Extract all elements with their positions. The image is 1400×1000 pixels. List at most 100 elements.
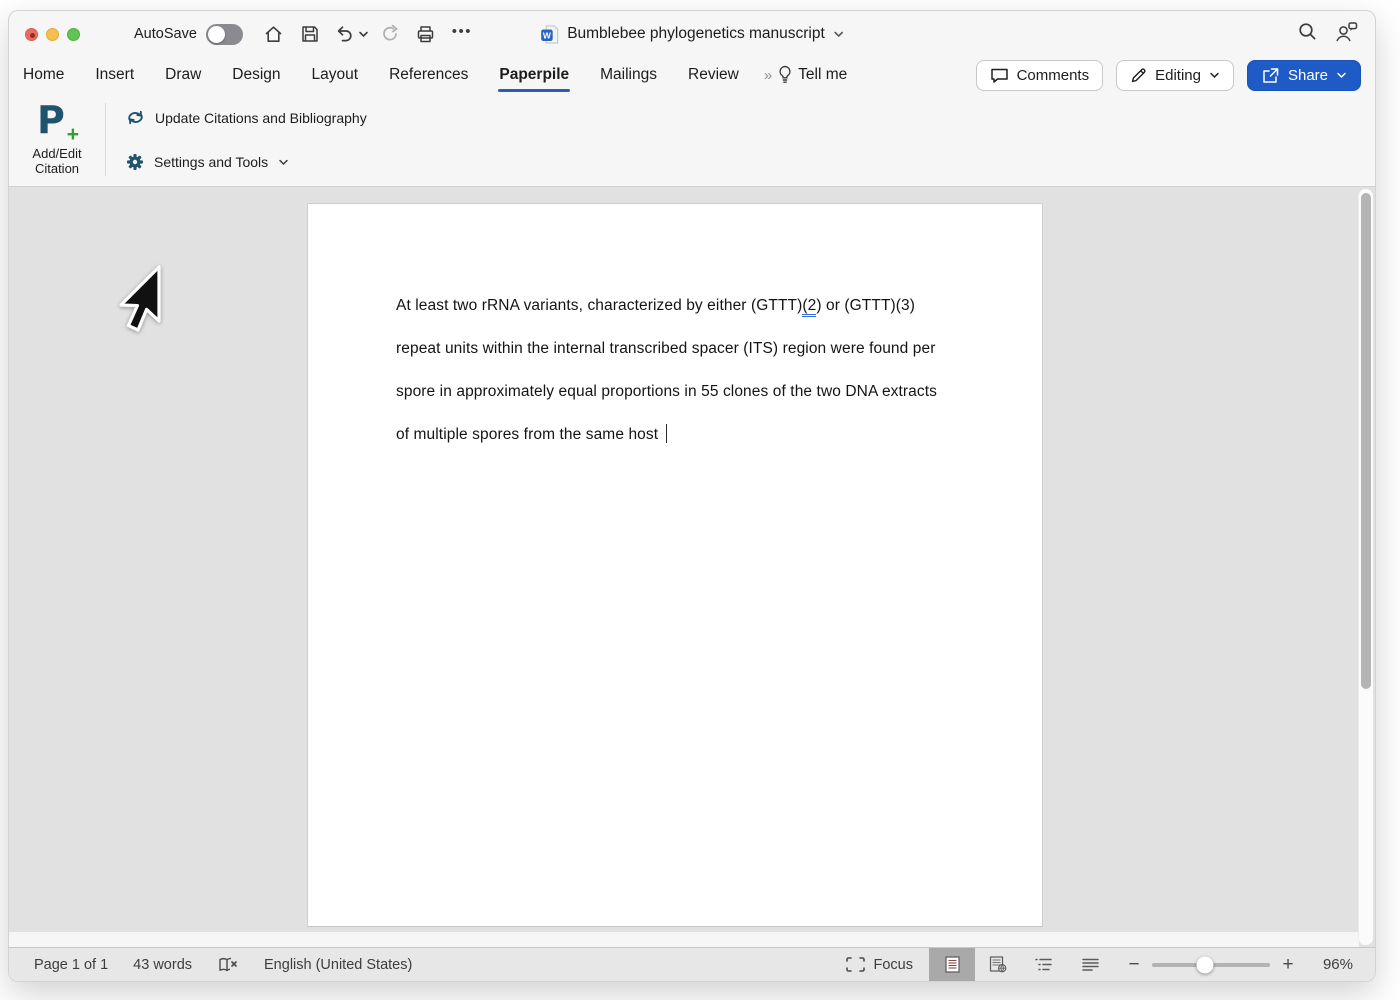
settings-and-tools-label: Settings and Tools <box>154 153 269 170</box>
tell-me-label: Tell me <box>798 66 848 83</box>
language-indicator[interactable]: English (United States) <box>264 957 412 973</box>
comments-button[interactable]: Comments <box>975 59 1104 91</box>
minimize-button[interactable] <box>46 27 59 41</box>
redo-icon <box>383 24 398 41</box>
editing-label: Editing <box>1155 66 1201 84</box>
redo-button[interactable] <box>375 19 405 49</box>
undo-button[interactable] <box>331 19 357 49</box>
tab-draw[interactable]: Draw <box>165 66 201 84</box>
document-title-menu[interactable]: W Bumblebee phylogenetics manuscript <box>540 11 844 57</box>
pencil-icon <box>1131 67 1146 82</box>
chevron-down-icon <box>359 31 368 38</box>
autosave-label: AutoSave <box>134 26 197 42</box>
text-line: repeat units within the internal transcr… <box>396 340 936 357</box>
tab-references[interactable]: References <box>389 66 468 84</box>
ellipsis-icon: ••• <box>451 22 473 40</box>
proofing-status-button[interactable] <box>217 956 239 974</box>
traffic-lights <box>25 27 80 41</box>
word-window: AutoSave ••• W Bumblebee phylogenetics m… <box>8 10 1376 982</box>
tab-mailings[interactable]: Mailings <box>600 66 657 84</box>
view-outline-button[interactable] <box>1021 948 1067 981</box>
text-line: At least two rRNA variants, characterize… <box>396 284 950 327</box>
document-text: At least two rRNA variants, characterize… <box>308 204 1042 456</box>
document-canvas: At least two rRNA variants, characterize… <box>9 187 1375 947</box>
more-commands-button[interactable]: ••• <box>447 19 477 49</box>
focus-label: Focus <box>873 956 914 973</box>
zoom-slider[interactable] <box>1152 956 1270 973</box>
ribbon-tab-row: Home Insert Draw Design Layout Reference… <box>9 57 1375 93</box>
autosave-toggle[interactable] <box>205 23 243 45</box>
paperpile-ribbon: P + Add/Edit Citation Update Citations a… <box>9 93 1375 187</box>
chevron-down-icon <box>1337 72 1346 79</box>
close-button[interactable] <box>25 27 38 41</box>
zoom-level[interactable]: 96% <box>1309 956 1353 973</box>
add-edit-citation-label: Add/Edit Citation <box>32 146 82 176</box>
gear-icon <box>127 153 143 170</box>
comment-bubble-icon <box>990 68 1008 83</box>
zoom-in-button[interactable]: + <box>1279 955 1297 974</box>
home-icon <box>265 25 282 42</box>
word-count[interactable]: 43 words <box>133 957 192 973</box>
tab-paperpile[interactable]: Paperpile <box>498 66 570 92</box>
home-quick-button[interactable] <box>259 19 289 49</box>
draft-view-icon <box>1081 958 1099 971</box>
grammar-marked-text[interactable]: (2 <box>802 297 817 317</box>
page-indicator[interactable]: Page 1 of 1 <box>34 957 108 973</box>
vertical-scrollbar[interactable] <box>1358 189 1373 945</box>
svg-text:W: W <box>543 30 552 40</box>
save-icon <box>302 26 318 42</box>
web-layout-icon <box>989 956 1007 973</box>
print-button[interactable] <box>411 19 441 49</box>
text-line: of multiple spores from the same host <box>396 413 950 456</box>
horizontal-scroll-gutter <box>9 932 1359 947</box>
titlebar: AutoSave ••• W Bumblebee phylogenetics m… <box>9 11 1375 57</box>
zoom-out-button[interactable]: − <box>1125 955 1143 974</box>
share-button[interactable]: Share <box>1246 59 1361 91</box>
document-title: Bumblebee phylogenetics manuscript <box>567 25 825 42</box>
scrollbar-thumb[interactable] <box>1361 193 1371 689</box>
chevron-down-icon <box>279 159 288 165</box>
tab-review[interactable]: Review <box>688 66 739 84</box>
undo-dropdown[interactable] <box>358 25 369 43</box>
view-draft-button[interactable] <box>1067 948 1113 981</box>
print-icon <box>418 25 434 42</box>
people-presence-icon <box>1336 21 1358 41</box>
tab-insert[interactable]: Insert <box>95 66 134 84</box>
focus-button[interactable]: Focus <box>845 956 914 973</box>
update-citations-label: Update Citations and Bibliography <box>155 109 367 126</box>
comments-label: Comments <box>1016 66 1090 84</box>
tab-layout[interactable]: Layout <box>312 66 359 84</box>
print-layout-icon <box>944 956 960 973</box>
settings-and-tools-button[interactable]: Settings and Tools <box>118 148 375 175</box>
tab-design[interactable]: Design <box>232 66 280 84</box>
tab-overflow-chevron[interactable]: » <box>764 67 772 84</box>
view-print-layout-button[interactable] <box>929 948 975 981</box>
ribbon-divider <box>105 103 106 176</box>
zoom-window-button[interactable] <box>67 27 80 41</box>
undo-icon <box>337 26 352 42</box>
autosave-control: AutoSave <box>134 23 243 45</box>
tab-home[interactable]: Home <box>23 66 64 84</box>
share-label: Share <box>1287 66 1328 84</box>
text-line: spore in approximately equal proportions… <box>396 383 938 400</box>
document-page[interactable]: At least two rRNA variants, characterize… <box>307 203 1043 927</box>
editing-mode-button[interactable]: Editing <box>1116 59 1234 91</box>
proofing-errors-icon <box>219 957 238 971</box>
presence-button[interactable] <box>1334 21 1359 48</box>
add-edit-citation-button[interactable]: P + Add/Edit Citation <box>19 97 95 180</box>
chevron-down-icon <box>834 31 843 38</box>
tell-me-button[interactable]: Tell me <box>778 65 847 85</box>
outline-view-icon <box>1035 958 1052 970</box>
search-button[interactable] <box>1297 21 1318 47</box>
view-web-layout-button[interactable] <box>975 948 1021 981</box>
zoom-slider-thumb[interactable] <box>1196 956 1214 973</box>
mouse-pointer-icon <box>119 265 161 332</box>
word-doc-icon: W <box>541 25 559 43</box>
search-icon <box>1299 23 1316 40</box>
update-citations-button[interactable]: Update Citations and Bibliography <box>118 104 375 131</box>
text-cursor <box>665 424 668 443</box>
focus-icon <box>845 957 865 972</box>
status-bar: Page 1 of 1 43 words English (United Sta… <box>9 947 1375 981</box>
save-button[interactable] <box>295 19 325 49</box>
lightbulb-icon <box>779 65 791 83</box>
